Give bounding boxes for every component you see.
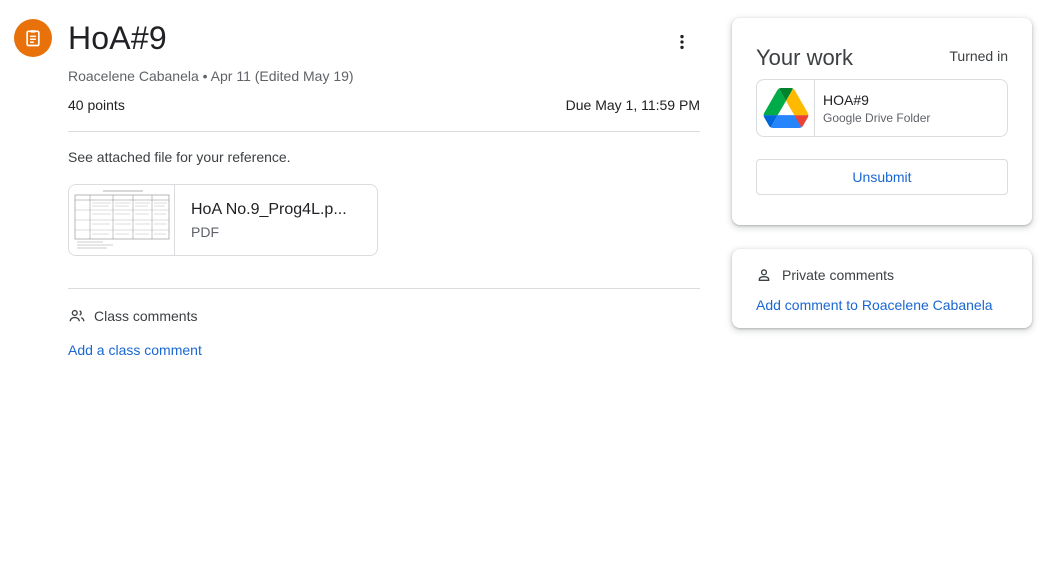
drive-item-type: Google Drive Folder (823, 111, 931, 125)
your-work-title: Your work (756, 45, 854, 70)
due-date: Due May 1, 11:59 PM (565, 97, 700, 113)
class-comments-header: Class comments (68, 307, 197, 325)
more-vert-icon (680, 34, 684, 50)
google-drive-icon (757, 80, 815, 136)
attachment-type: PDF (191, 224, 219, 240)
attachment-name: HoA No.9_Prog4L.p... (191, 201, 347, 218)
instructions-text: See attached file for your reference. (68, 149, 291, 165)
your-work-card: Your work Turned in HOA#9 Google Drive F… (732, 18, 1032, 225)
private-comments-card: Private comments Add comment to Roacelen… (732, 249, 1032, 328)
private-comments-header: Private comments (756, 267, 894, 283)
class-comments-label: Class comments (94, 308, 198, 324)
add-class-comment-link[interactable]: Add a class comment (68, 342, 202, 358)
submission-status: Turned in (949, 48, 1008, 64)
attachment-thumbnail (69, 185, 175, 255)
assignment-meta: Roacelene Cabanela • Apr 11 (Edited May … (68, 68, 354, 84)
drive-item-name: HOA#9 (823, 92, 869, 108)
unsubmit-button[interactable]: Unsubmit (756, 159, 1008, 195)
add-private-comment-link[interactable]: Add comment to Roacelene Cabanela (756, 297, 993, 313)
points-label: 40 points (68, 97, 125, 113)
people-icon (69, 309, 85, 322)
assignment-icon (14, 19, 52, 57)
more-options-button[interactable] (666, 26, 698, 58)
private-comments-label: Private comments (782, 267, 895, 283)
divider (68, 131, 700, 132)
divider (68, 288, 700, 289)
attachment-card[interactable]: HoA No.9_Prog4L.p... PDF (68, 184, 378, 256)
submitted-drive-folder[interactable]: HOA#9 Google Drive Folder (756, 79, 1008, 137)
page-title: HoA#9 (68, 20, 167, 56)
person-icon (758, 269, 770, 281)
